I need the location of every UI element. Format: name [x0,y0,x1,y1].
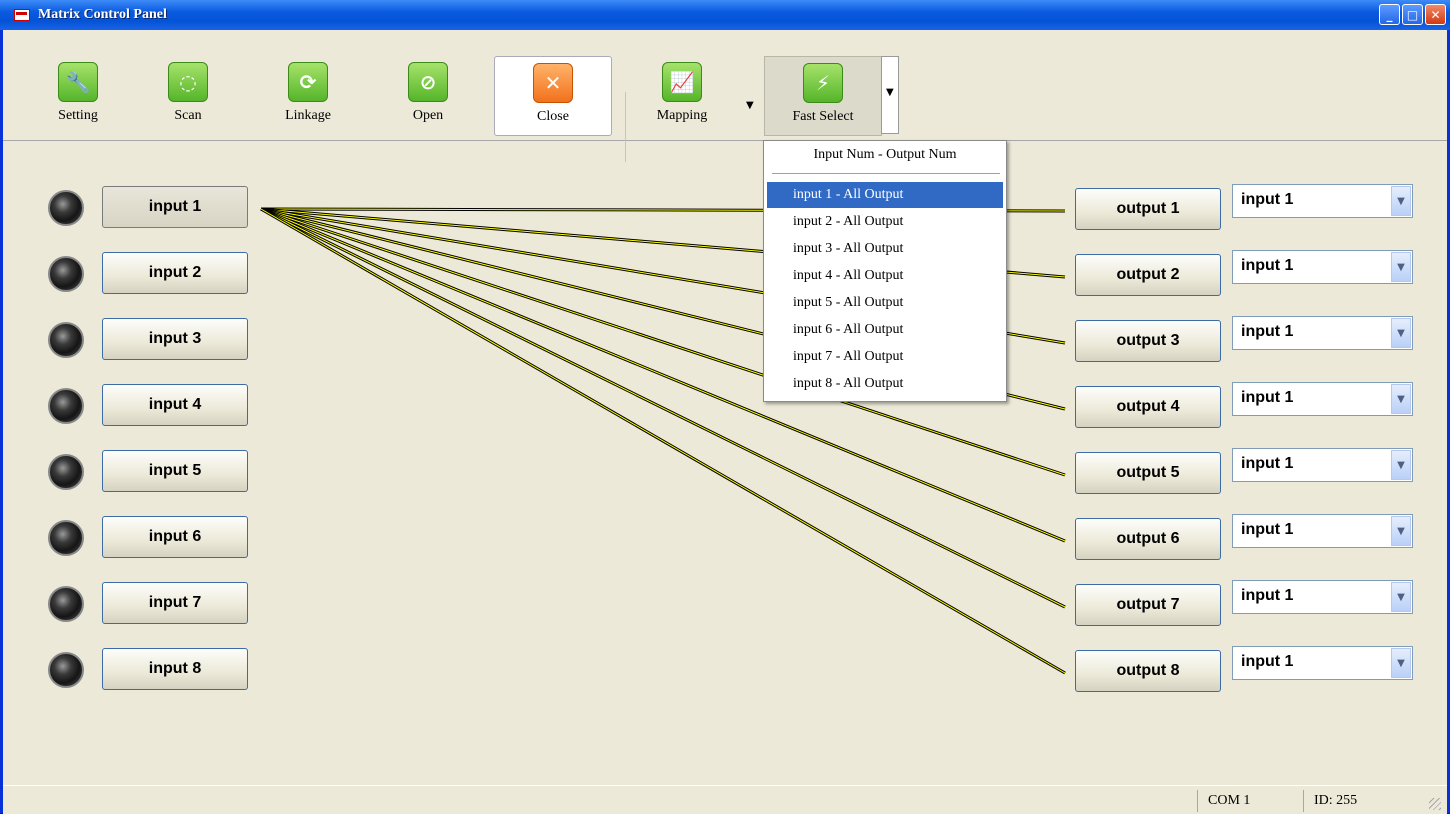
input-2-status-led [48,256,84,292]
chevron-down-icon[interactable]: ▼ [1391,252,1411,282]
output-6-source-select[interactable]: input 1 ▼ [1232,514,1413,548]
input-8-button[interactable]: input 8 [102,648,248,690]
output-2-button[interactable]: output 2 [1075,254,1221,296]
chevron-down-icon[interactable]: ▼ [1391,582,1411,612]
chevron-down-icon[interactable]: ▼ [1391,450,1411,480]
input-7-button[interactable]: input 7 [102,582,248,624]
input-6-button[interactable]: input 6 [102,516,248,558]
input-8-status-led [48,652,84,688]
input-5-button[interactable]: input 5 [102,450,248,492]
input-4-button[interactable]: input 4 [102,384,248,426]
output-3-source-select[interactable]: input 1 ▼ [1232,316,1413,350]
input-3-button[interactable]: input 3 [102,318,248,360]
output-2-source-value: input 1 [1241,257,1294,274]
menu-item-input-7-all-output[interactable]: input 7 - All Output [767,344,1003,370]
device-id-status: ID: 255 [1303,790,1414,812]
menu-separator [772,173,1000,174]
com-port-status: COM 1 [1197,790,1308,812]
menu-item-input-8-all-output[interactable]: input 8 - All Output [767,371,1003,397]
output-4-button[interactable]: output 4 [1075,386,1221,428]
status-bar: COM 1 ID: 255 [3,785,1447,814]
chevron-down-icon[interactable]: ▼ [1391,648,1411,678]
output-1-button[interactable]: output 1 [1075,188,1221,230]
chevron-down-icon[interactable]: ▼ [1391,318,1411,348]
output-3-button[interactable]: output 3 [1075,320,1221,362]
input-1-button[interactable]: input 1 [102,186,248,228]
menu-item-input-1-all-output[interactable]: input 1 - All Output [767,182,1003,208]
output-1-source-select[interactable]: input 1 ▼ [1232,184,1413,218]
menu-item-input-2-all-output[interactable]: input 2 - All Output [767,209,1003,235]
output-8-source-value: input 1 [1241,653,1294,670]
output-4-source-select[interactable]: input 1 ▼ [1232,382,1413,416]
menu-item-input-3-all-output[interactable]: input 3 - All Output [767,236,1003,262]
output-3-source-value: input 1 [1241,323,1294,340]
chevron-down-icon[interactable]: ▼ [1391,516,1411,546]
menu-item-input-6-all-output[interactable]: input 6 - All Output [767,317,1003,343]
input-5-status-led [48,454,84,490]
input-1-status-led [48,190,84,226]
output-2-source-select[interactable]: input 1 ▼ [1232,250,1413,284]
resize-grip[interactable] [1429,798,1441,810]
input-2-button[interactable]: input 2 [102,252,248,294]
output-8-button[interactable]: output 8 [1075,650,1221,692]
menu-item-input-4-all-output[interactable]: input 4 - All Output [767,263,1003,289]
output-6-button[interactable]: output 6 [1075,518,1221,560]
chevron-down-icon[interactable]: ▼ [1391,384,1411,414]
output-4-source-value: input 1 [1241,389,1294,406]
output-7-source-value: input 1 [1241,587,1294,604]
output-1-source-value: input 1 [1241,191,1294,208]
input-4-status-led [48,388,84,424]
input-7-status-led [48,586,84,622]
fast-select-menu-header[interactable]: Input Num - Output Num [764,147,1006,163]
output-5-source-value: input 1 [1241,455,1294,472]
output-8-source-select[interactable]: input 1 ▼ [1232,646,1413,680]
output-5-source-select[interactable]: input 1 ▼ [1232,448,1413,482]
chevron-down-icon[interactable]: ▼ [1391,186,1411,216]
menu-item-input-5-all-output[interactable]: input 5 - All Output [767,290,1003,316]
main-window: Matrix Control Panel _ □ ✕ 🔧 Setting ◌ S… [0,0,1450,814]
input-6-status-led [48,520,84,556]
input-3-status-led [48,322,84,358]
output-5-button[interactable]: output 5 [1075,452,1221,494]
output-6-source-value: input 1 [1241,521,1294,538]
output-7-source-select[interactable]: input 1 ▼ [1232,580,1413,614]
output-7-button[interactable]: output 7 [1075,584,1221,626]
fast-select-menu: Input Num - Output Num input 1 - All Out… [763,140,1007,402]
